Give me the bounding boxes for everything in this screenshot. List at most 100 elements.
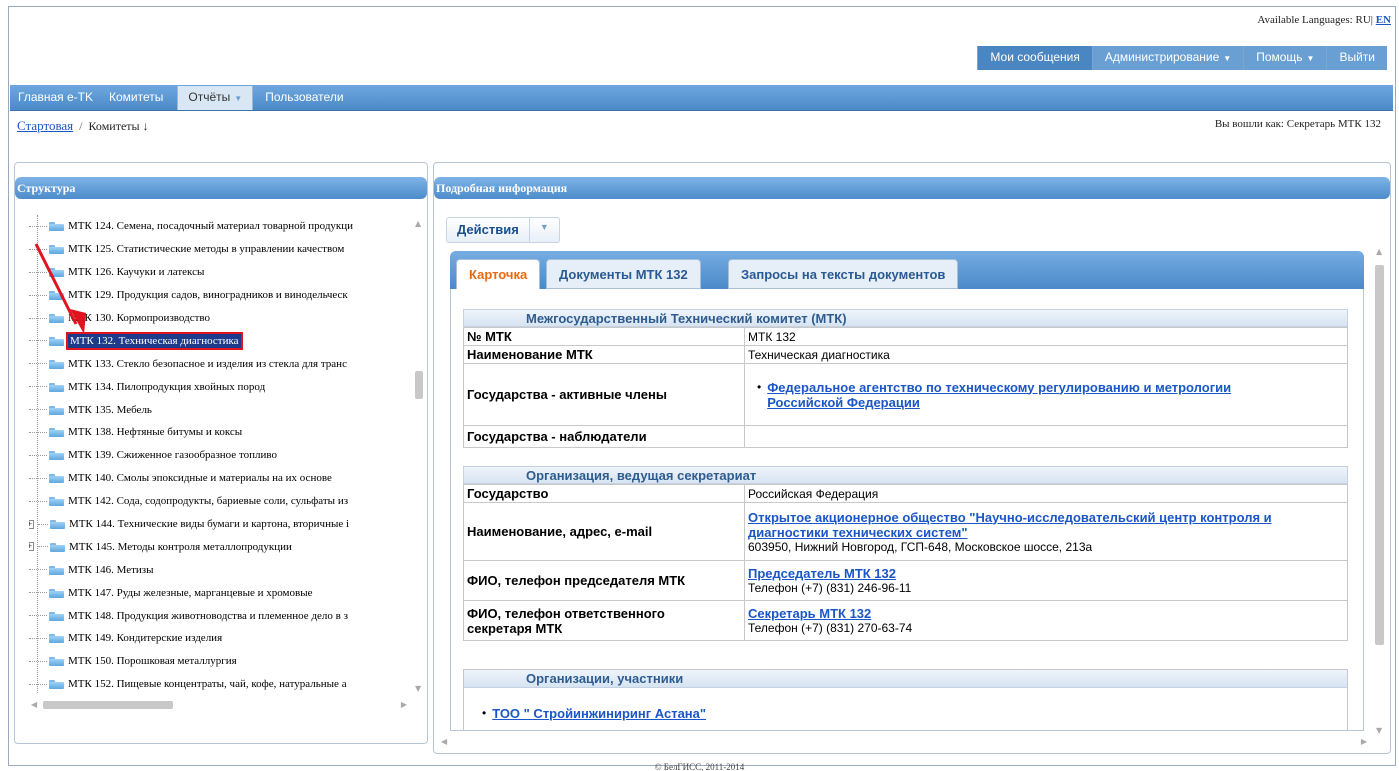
structure-panel: Структура МТК 124. Семена, посадочный ма… [14, 162, 428, 744]
details-horizontal-scrollbar[interactable]: ◀ ▶ [439, 735, 1369, 749]
scroll-down-icon[interactable]: ▼ [415, 684, 421, 693]
scroll-thumb[interactable] [43, 701, 173, 709]
tree-item[interactable]: МТК 147. Руды железные, марганцевые и хр… [29, 581, 407, 604]
active-member-link[interactable]: Федеральное агентство по техническому ре… [767, 380, 1231, 410]
secretary-value: Секретарь МТК 132 Телефон (+7) (831) 270… [744, 600, 1348, 641]
tree-branch-line [29, 454, 47, 456]
tree-item-label: МТК 125. Статистические методы в управле… [68, 243, 345, 256]
tree-item[interactable]: МТК 125. Статистические методы в управле… [29, 238, 407, 261]
folder-icon [49, 244, 64, 255]
tree-item[interactable]: + МТК 145. Методы контроля металлопродукц… [29, 535, 407, 558]
table-row: № МТК МТК 132 [463, 327, 1348, 346]
folder-icon [50, 519, 65, 530]
organization-link[interactable]: Открытое акционерное общество "Научно-ис… [748, 510, 1272, 540]
logout-label: Выйти [1339, 50, 1375, 64]
member-link[interactable]: ТОО " Стройинжиниринг Астана" [492, 706, 706, 721]
tree-item[interactable]: + МТК 144. Технические виды бумаги и карт… [29, 513, 407, 536]
expand-icon[interactable]: + [29, 519, 34, 529]
lang-ru[interactable]: RU [1355, 14, 1370, 26]
languages-label: Available Languages: [1257, 14, 1353, 26]
scroll-right-icon[interactable]: ▶ [1361, 737, 1367, 746]
chevron-down-icon[interactable]: ▼ [530, 218, 559, 242]
tree-branch-line [29, 248, 47, 250]
tree-branch-line [29, 500, 47, 502]
menu-committees[interactable]: Комитеты [101, 85, 171, 110]
menu-users[interactable]: Пользователи [257, 85, 351, 110]
secretary-label-line-2: секретаря МТК [467, 620, 563, 636]
tree-item[interactable]: МТК 124. Семена, посадочный материал тов… [29, 215, 407, 238]
tree-item[interactable]: МТК 138. Нефтяные битумы и коксы [29, 421, 407, 444]
tree-item[interactable]: МТК 140. Смолы эпоксидные и материалы на… [29, 467, 407, 490]
state-label: Государство [463, 484, 745, 503]
folder-icon [49, 359, 64, 369]
address-value: Открытое акционерное общество "Научно-ис… [744, 502, 1348, 561]
tree-item[interactable]: МТК 150. Порошковая металлургия [29, 650, 407, 673]
tree-vertical-scrollbar[interactable]: ▲ ▼ [412, 219, 426, 693]
scroll-left-icon[interactable]: ◀ [441, 737, 447, 746]
tree-branch-line [29, 317, 47, 319]
active-member-line-2: Российской Федерации [767, 394, 920, 410]
actions-dropdown[interactable]: Действия ▼ [446, 217, 560, 243]
details-vertical-scrollbar[interactable]: ▲ ▼ [1372, 247, 1388, 735]
secretary-link[interactable]: Секретарь МТК 132 [748, 606, 871, 621]
tree-item-label: МТК 145. Методы контроля металлопродукци… [69, 540, 292, 553]
help-menu[interactable]: Помощь ▼ [1243, 46, 1327, 70]
chevron-down-icon: ▼ [1223, 54, 1232, 63]
folder-icon [49, 565, 64, 575]
scroll-right-icon[interactable]: ▶ [401, 700, 407, 709]
tree-item[interactable]: МТК 148. Продукция животноводства и плем… [29, 604, 407, 627]
tree-item[interactable]: МТК 152. Пищевые концентраты, чай, кофе,… [29, 673, 407, 693]
administration-menu[interactable]: Администрирование ▼ [1091, 46, 1244, 70]
organization-name-line-2: диагностики технических систем" [748, 524, 968, 540]
table-row: Государства - наблюдатели [463, 425, 1348, 448]
scroll-left-icon[interactable]: ◀ [31, 700, 37, 709]
tree-item-label: МТК 132. Техническая диагностика [66, 331, 243, 350]
tree-horizontal-scrollbar[interactable]: ◀ ▶ [29, 698, 409, 712]
members-section: Организации, участники • ТОО " Стройинжи… [463, 669, 1348, 730]
lang-en[interactable]: EN [1376, 14, 1391, 26]
tree-item-label: МТК 124. Семена, посадочный материал тов… [68, 220, 354, 233]
my-messages-button[interactable]: Мои сообщения [977, 46, 1092, 70]
chevron-down-icon: ▼ [1306, 54, 1315, 63]
tree-item-label: МТК 152. Пищевые концентраты, чай, кофе,… [68, 678, 347, 691]
tab-documents[interactable]: Документы МТК 132 [546, 259, 701, 289]
tree-branch-line [29, 477, 47, 479]
active-members-label: Государства - активные члены [463, 363, 745, 426]
scroll-thumb[interactable] [1375, 265, 1384, 645]
secretary-phone: Телефон (+7) (831) 270-63-74 [748, 621, 913, 635]
tree-item[interactable]: МТК 133. Стекло безопасное и изделия из … [29, 352, 407, 375]
tab-card[interactable]: Карточка [456, 259, 541, 289]
actions-label: Действия [447, 218, 530, 242]
logout-button[interactable]: Выйти [1326, 46, 1387, 70]
tree-item[interactable]: МТК 130. Кормопроизводство [29, 307, 407, 330]
table-row: Государства - активные члены • Федеральн… [463, 363, 1348, 426]
tree-item[interactable]: МТК 126. Каучуки и латексы [29, 261, 407, 284]
tree-item-selected[interactable]: МТК 132. Техническая диагностика [29, 329, 407, 352]
breadcrumb-home-link[interactable]: Стартовая [17, 118, 73, 133]
tree-item[interactable]: МТК 135. Мебель [29, 398, 407, 421]
tree-item[interactable]: МТК 139. Сжиженное газообразное топливо [29, 444, 407, 467]
scroll-up-icon[interactable]: ▲ [1376, 247, 1382, 256]
menu-reports[interactable]: Отчёты ▼ [177, 86, 254, 110]
chair-value: Председатель МТК 132 Телефон (+7) (831) … [744, 560, 1348, 601]
organization-address: 603950, Нижний Новгород, ГСП-648, Москов… [748, 539, 1093, 554]
members-section-title: Организации, участники [464, 670, 1347, 688]
expand-icon[interactable]: + [29, 542, 34, 552]
tab-document-requests[interactable]: Запросы на тексты документов [728, 259, 959, 289]
scroll-down-icon[interactable]: ▼ [1376, 726, 1382, 735]
tree-item[interactable]: МТК 129. Продукция садов, виноградников … [29, 284, 407, 307]
tree-item[interactable]: МТК 149. Кондитерские изделия [29, 627, 407, 650]
scroll-up-icon[interactable]: ▲ [415, 219, 421, 228]
chair-link[interactable]: Председатель МТК 132 [748, 566, 896, 581]
tree-item[interactable]: МТК 142. Сода, содопродукты, бариевые со… [29, 490, 407, 513]
tree-branch-line [29, 363, 47, 365]
tree-item[interactable]: МТК 134. Пилопродукция хвойных пород [29, 375, 407, 398]
folder-icon [49, 496, 64, 507]
tree-branch-line [29, 637, 47, 639]
table-row: ФИО, телефон председателя МТК Председате… [463, 560, 1348, 601]
scroll-thumb[interactable] [415, 371, 423, 399]
menu-home[interactable]: Главная e-TK [10, 85, 101, 110]
tree-item[interactable]: МТК 146. Метизы [29, 558, 407, 581]
tree-item-label: МТК 138. Нефтяные битумы и коксы [68, 426, 243, 439]
folder-icon [49, 313, 64, 323]
